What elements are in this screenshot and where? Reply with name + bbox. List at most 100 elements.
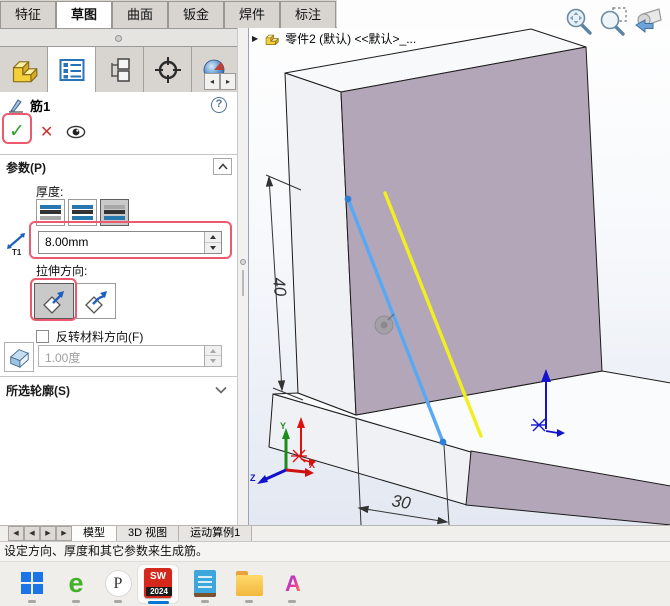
tab-motion-study[interactable]: 运动算例1 [179,526,253,541]
tab-configurationmanager[interactable] [96,47,144,92]
tab-model[interactable]: 模型 [72,526,117,541]
ribbon-tab-annotations[interactable]: 标注 [280,1,336,28]
notepad-taskbar-button[interactable] [191,569,219,597]
dim40-text[interactable]: 40 [269,276,290,297]
ribbon-tab-sheetmetal[interactable]: 钣金 [168,1,224,28]
start-button[interactable] [18,569,46,597]
flip-material-label[interactable]: 反转材料方向(F) [56,328,143,345]
axis-y-label: Y [280,421,286,431]
solidworks-window: 40 30 Y X Z ▶ 零件2 (默认) <<默认>_... 特征 草图 曲… [0,0,670,606]
folder-icon [235,570,263,596]
windows-logo-icon [21,572,43,594]
draft-angle-value: 1.00度 [45,351,81,365]
splitter-handle-icon [115,35,122,42]
manager-tab-nav: ◂ ▸ [204,73,236,90]
running-indicator [288,600,296,603]
status-message: 设定方向、厚度和其它参数来生成筋。 [4,544,209,558]
ribbon-tab-weldments[interactable]: 焊件 [224,1,280,28]
p-app-taskbar-button[interactable]: P [104,569,132,597]
ribbon-tab-sketch[interactable]: 草图 [56,1,112,28]
propertymanager-list-icon [59,58,84,81]
splitter-handle-icon [240,259,246,265]
eye-icon [66,125,86,139]
tab-dimxpertmanager[interactable] [144,47,192,92]
zoom-to-area-icon[interactable] [597,5,629,37]
active-app-indicator [148,601,169,604]
panel-splitter-vertical[interactable] [237,28,248,525]
ribbon-tab-surfaces[interactable]: 曲面 [112,1,168,28]
solidworks-2024-icon: SW 2024 [144,568,172,598]
manager-tab-nav-left-icon[interactable]: ◂ [204,73,220,90]
vertical-slab[interactable] [284,28,603,416]
feature-tree-flyout: ▶ 零件2 (默认) <<默认>_... [252,30,416,47]
tab-propertymanager[interactable] [48,47,96,92]
svg-text:T1: T1 [12,248,22,256]
ribbon-tab-features[interactable]: 特征 [0,1,56,28]
scroll-prev-icon[interactable]: ◀ [24,526,40,541]
model-canvas: 40 30 Y X Z [250,28,670,525]
running-indicator [114,600,122,603]
spinner-down-icon[interactable] [205,356,221,366]
dimxpert-target-icon [154,56,181,83]
status-bar: 设定方向、厚度和其它参数来生成筋。 [0,541,670,561]
chevron-up-icon [217,163,228,170]
featuremanager-part-icon [12,60,37,82]
spinner-up-icon[interactable] [205,346,221,356]
notepad-icon [194,569,216,597]
parameters-section-header: 参数(P) [6,161,46,175]
chevron-down-icon [215,386,227,394]
explorer-taskbar-button[interactable] [235,569,263,597]
highlight-ok-button [2,113,32,144]
manager-tab-nav-right-icon[interactable]: ▸ [220,73,236,90]
solidworks-taskbar-button[interactable]: SW 2024 [144,568,172,598]
tree-item-label[interactable]: 零件2 (默认) <<默认>_... [285,30,416,47]
sketch-endpoint-top [344,195,352,203]
flip-material-row: 反转材料方向(F) [36,328,143,345]
configurationmanager-icon [110,57,130,82]
previous-view-icon[interactable] [632,5,664,37]
ai-app-taskbar-button[interactable]: A [279,569,307,597]
rib-feature-icon [9,98,23,113]
scroll-first-icon[interactable]: ◀ [8,526,24,541]
preview-eye-button[interactable] [66,125,86,142]
normal-to-sketch-icon [85,291,107,314]
p-app-icon: P [104,569,132,597]
flip-material-checkbox[interactable] [36,330,49,343]
dim40-arrow-top [265,175,274,187]
browser-e-icon: e [68,568,84,598]
browser-taskbar-button[interactable]: e [62,569,90,597]
dim30-text[interactable]: 30 [390,491,412,513]
draft-angle-input[interactable]: 1.00度 [38,345,222,367]
zoom-fit-icon[interactable] [562,5,594,37]
draft-spinner [204,346,221,366]
extrude-direction-label: 拉伸方向: [36,264,88,278]
scroll-next-icon[interactable]: ▶ [40,526,56,541]
direction-normal-button[interactable] [76,283,116,319]
heads-up-toolbar [562,5,664,37]
graphics-viewport[interactable]: 40 30 Y X Z [248,28,670,525]
scroll-last-icon[interactable]: ▶ [56,526,72,541]
highlight-thickness-input [29,221,232,259]
running-indicator [201,600,209,603]
axis-x-label: X [309,460,315,470]
help-icon[interactable]: ? [211,97,227,113]
separator [0,376,237,377]
part-icon [265,34,279,45]
collapse-section-button[interactable] [213,158,232,175]
tree-expander-icon[interactable]: ▶ [252,34,258,43]
pm-actions: ✓ ✕ [0,118,237,150]
rib-thickness-icon: T1 [4,232,30,259]
panel-splitter-horizontal[interactable] [0,28,237,47]
tab-featuremanager[interactable] [0,47,48,92]
tab-3d-views[interactable]: 3D 视图 [117,526,180,541]
manager-tab-bar: ◂ ▸ [0,47,237,92]
cancel-button[interactable]: ✕ [40,122,53,142]
dim30-arrow-right [436,516,449,525]
expand-section-button[interactable] [215,383,227,397]
sketch-endpoint-bottom [439,438,447,446]
windows-taskbar: e P SW 2024 A [0,561,670,606]
ai-app-icon: A [285,571,301,596]
draft-button[interactable] [4,342,34,372]
separator [0,154,237,155]
slab-front-face [340,46,603,416]
